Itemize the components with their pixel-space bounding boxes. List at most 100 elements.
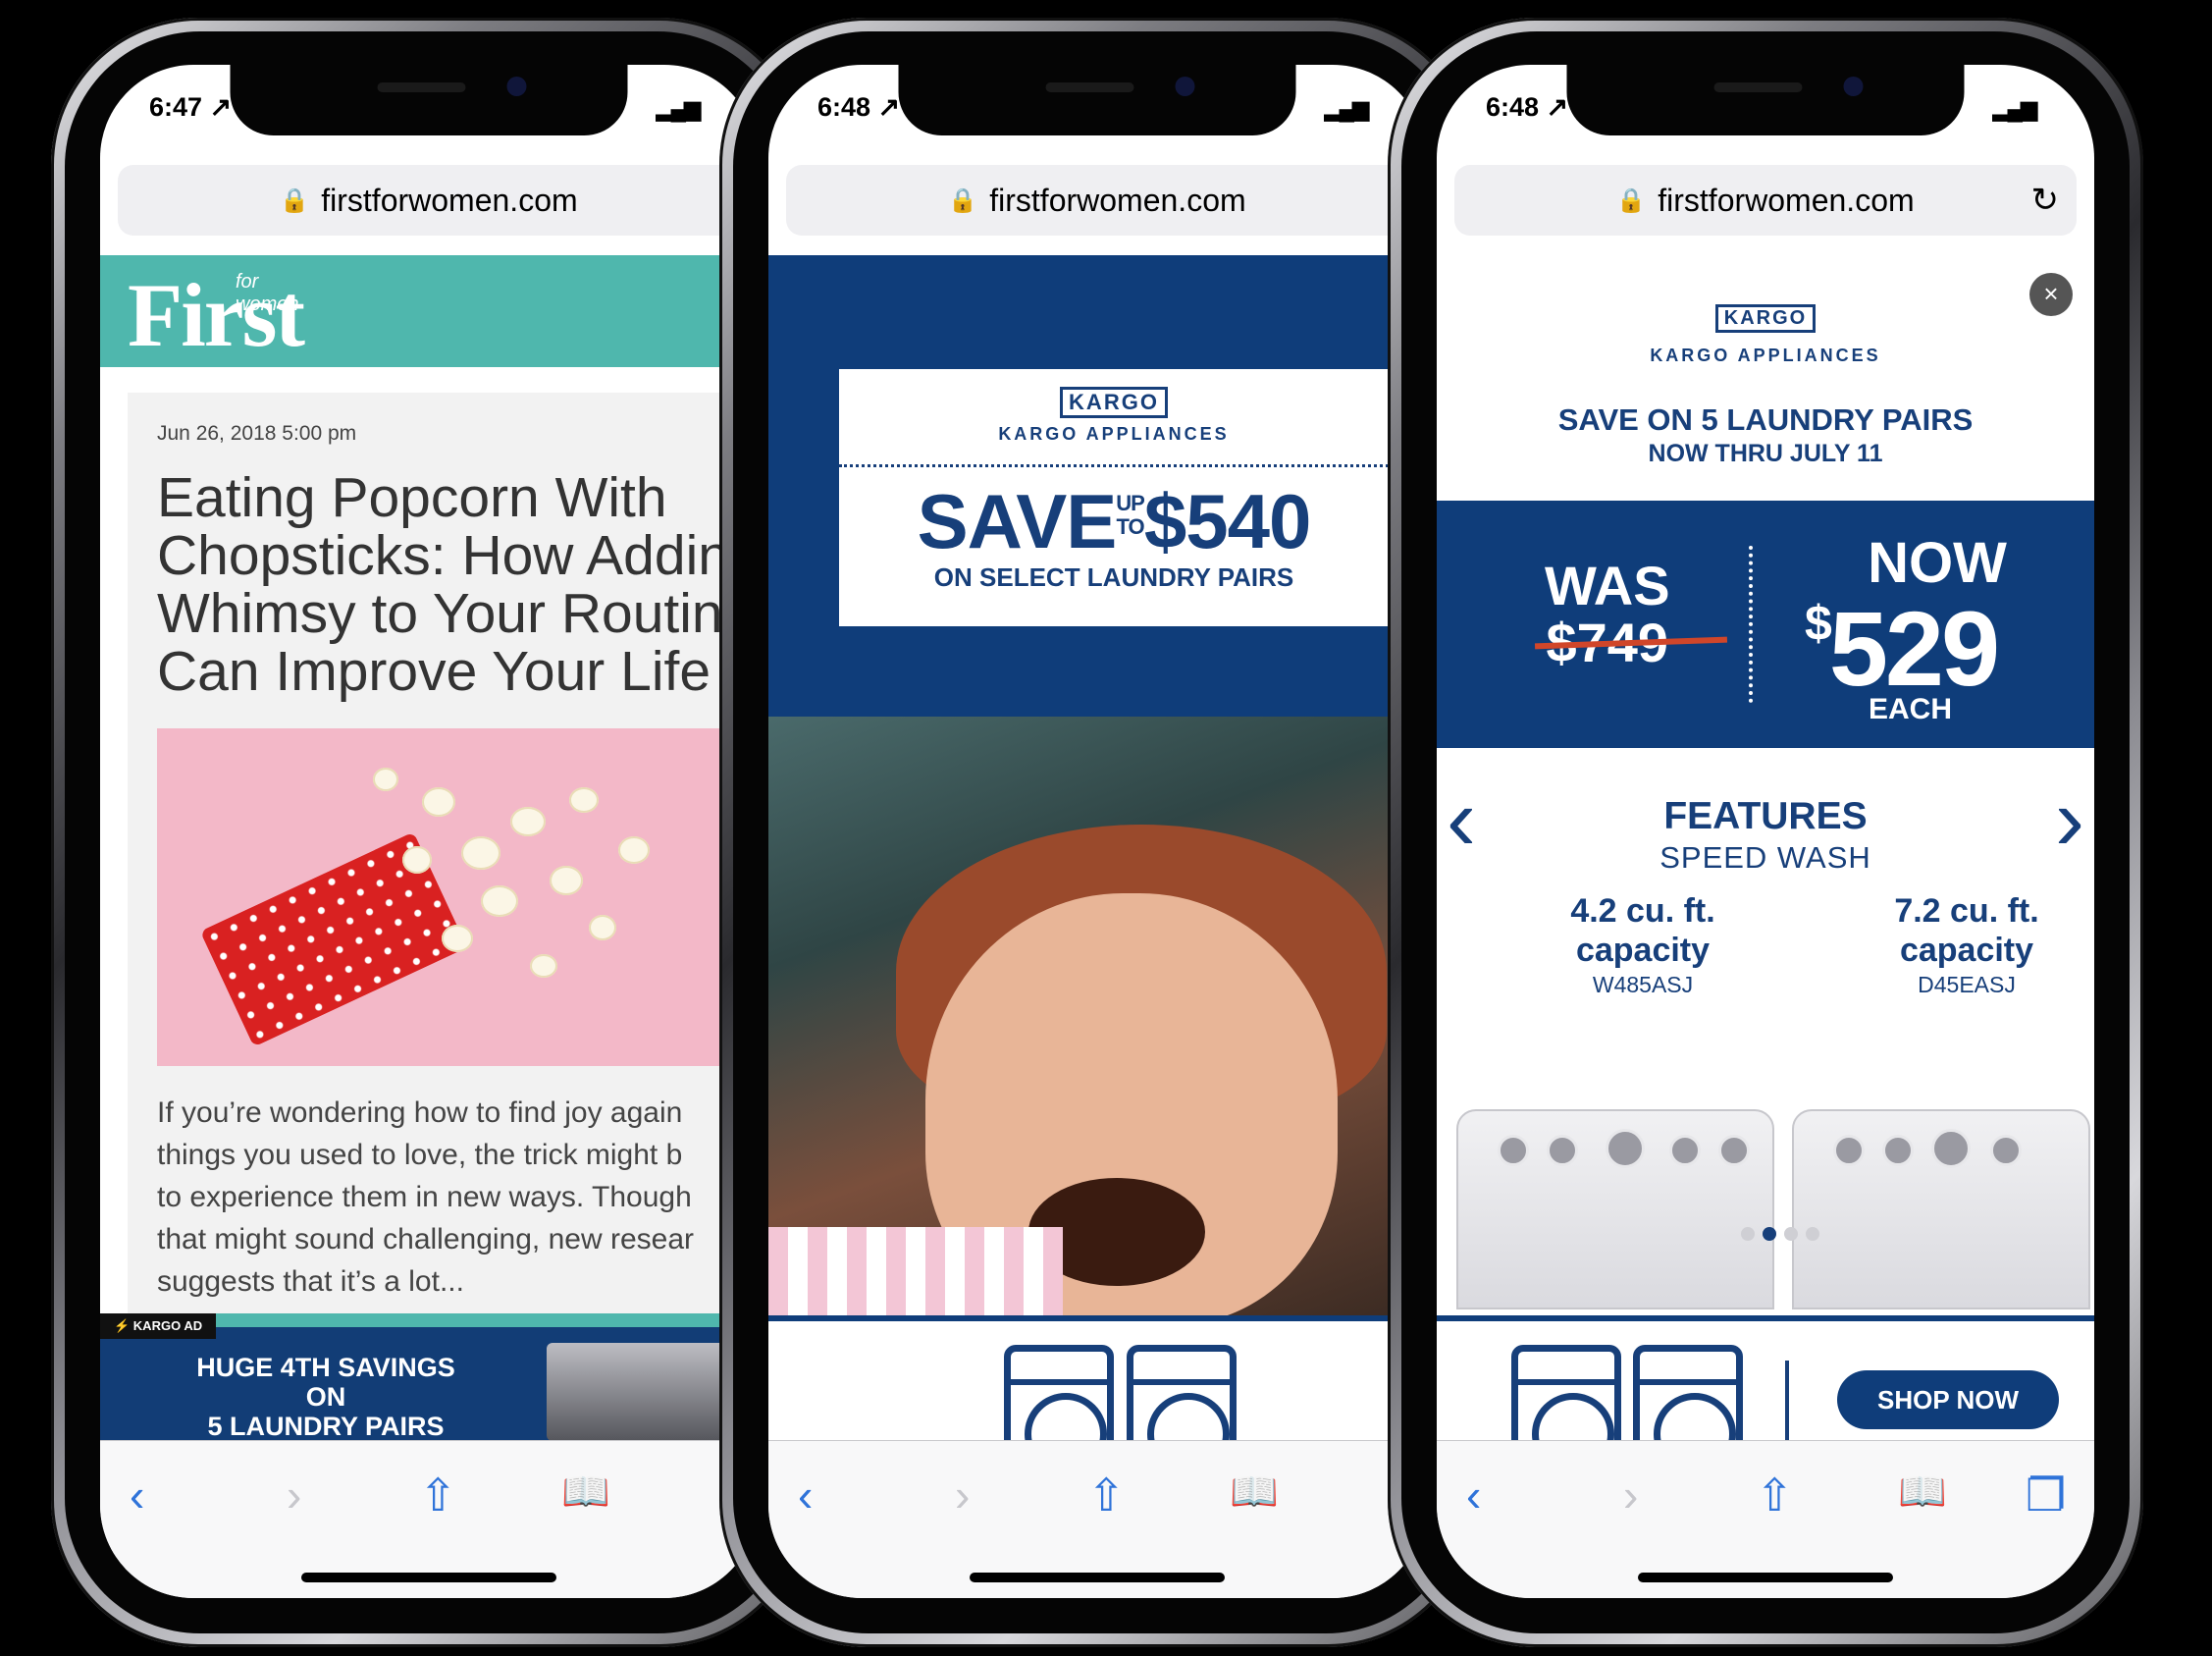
status-bar: 6:48 ↗ ▂▄▆: [1437, 86, 2094, 126]
excerpt-line: to experience them in new ways. Though: [157, 1181, 692, 1213]
save-headline: SAVEUP TO$540: [839, 477, 1389, 566]
share-icon[interactable]: ⇧: [419, 1469, 457, 1522]
footer-divider: [1785, 1361, 1789, 1441]
popcorn-piece: [550, 866, 583, 895]
excerpt-line: things you used to love, the trick might…: [157, 1139, 683, 1171]
popcorn-piece: [422, 787, 455, 817]
lock-icon: 🔒: [948, 187, 978, 214]
photo-shirt: [768, 1227, 1063, 1315]
kargo-fullscreen-ad[interactable]: KARGO KARGO APPLIANCES SAVEUP TO$540 ON S…: [768, 255, 1426, 1441]
now-label: NOW: [1868, 531, 2007, 595]
article-card[interactable]: Jun 26, 2018 5:00 pm Eating Popcorn With…: [128, 393, 758, 1441]
status-bar: 6:48 ↗ ▂▄▆: [768, 86, 1426, 126]
site-logo[interactable]: First for women: [128, 263, 305, 367]
dryer-capacity-label: capacity: [1899, 932, 2034, 969]
home-indicator[interactable]: [970, 1573, 1225, 1582]
signal-icon: ▂▄▆: [1992, 96, 2037, 121]
forward-button[interactable]: ›: [1623, 1469, 1638, 1522]
popcorn-piece: [481, 885, 518, 917]
url-text: firstforwomen.com: [989, 182, 1246, 218]
ad-footer: SHOP NOW: [1437, 1315, 2094, 1441]
shop-now-button[interactable]: SHOP NOW: [1837, 1370, 2059, 1429]
phone-3: 6:48 ↗ ▂▄▆ 🔒 firstforwomen.com ↻ × KARGO…: [1388, 18, 2143, 1647]
url-bar[interactable]: 🔒 firstforwomen.com: [118, 165, 740, 236]
dryer-icon: [1633, 1345, 1743, 1441]
signal-icon: ▂▄▆: [1324, 96, 1369, 121]
status-time: 6:47 ↗: [149, 92, 233, 122]
phone-3-screen: 6:48 ↗ ▂▄▆ 🔒 firstforwomen.com ↻ × KARGO…: [1437, 65, 2094, 1598]
washer-door: [1532, 1393, 1614, 1441]
reload-icon[interactable]: ↻: [2031, 181, 2060, 220]
carousel-dot[interactable]: [1741, 1227, 1755, 1241]
share-icon[interactable]: ⇧: [1087, 1469, 1126, 1522]
article-title[interactable]: Eating Popcorn With Chopsticks: How Addi…: [157, 469, 758, 701]
dryer-model: D45EASJ: [1918, 972, 2016, 997]
kargo-logo-mark: KARGO: [1060, 387, 1168, 418]
dotted-divider: [839, 464, 1389, 467]
dryer-door: [1654, 1393, 1736, 1441]
bookmarks-icon[interactable]: 📖: [561, 1469, 610, 1515]
speed-wash-label: SPEED WASH: [1659, 840, 1871, 875]
forward-button[interactable]: ›: [955, 1469, 970, 1522]
now-amount: 529: [1828, 589, 2000, 708]
on-select-label: ON SELECT LAUNDRY PAIRS: [933, 562, 1294, 592]
popcorn-piece: [461, 836, 500, 870]
back-button[interactable]: ‹: [798, 1469, 813, 1522]
dryer-panel: [1640, 1379, 1736, 1385]
article-title-line: Chopsticks: How Addin: [157, 524, 729, 587]
washer-model: W485ASJ: [1592, 972, 1694, 997]
knob: [1669, 1135, 1701, 1166]
back-button[interactable]: ‹: [1466, 1469, 1481, 1522]
lock-icon: 🔒: [280, 187, 310, 214]
popcorn-piece: [530, 954, 557, 978]
kargo-logo: KARGO: [839, 387, 1389, 418]
carousel-dot[interactable]: [1806, 1227, 1819, 1241]
excerpt-line: If you’re wondering how to find joy agai…: [157, 1096, 683, 1129]
safari-toolbar: ‹ › ⇧ 📖: [100, 1440, 758, 1598]
article-image-popcorn[interactable]: [157, 728, 736, 1066]
ad-tag: ⚡ KARGO AD: [100, 1313, 217, 1339]
share-icon[interactable]: ⇧: [1756, 1469, 1794, 1522]
knob: [1498, 1135, 1529, 1166]
site-header: First for women: [100, 255, 758, 367]
home-indicator[interactable]: [1638, 1573, 1893, 1582]
url-bar[interactable]: 🔒 firstforwomen.com ↻: [1454, 165, 2077, 236]
home-indicator[interactable]: [301, 1573, 556, 1582]
carousel-dot[interactable]: [1784, 1227, 1798, 1241]
page-content: × KARGO KARGO APPLIANCES SAVE ON 5 LAUND…: [1437, 255, 2094, 1441]
article-title-line: Eating Popcorn With: [157, 466, 667, 529]
carousel-dots[interactable]: [1741, 1227, 1827, 1246]
ad-text: HUGE 4TH SAVINGS ON 5 LAUNDRY PAIRS: [179, 1353, 473, 1441]
dryer-spec: 7.2 cu. ft. capacity D45EASJ: [1849, 891, 2084, 998]
washer-capacity: 4.2 cu. ft.: [1570, 892, 1715, 930]
washer-icon: [1004, 1345, 1114, 1441]
status-time: 6:48 ↗: [817, 92, 901, 122]
logo-tagline: for women: [236, 271, 299, 315]
bookmarks-icon[interactable]: 📖: [1230, 1469, 1279, 1515]
save-headline: SAVE ON 5 LAUNDRY PAIRS: [1557, 402, 1974, 437]
back-button[interactable]: ‹: [130, 1469, 144, 1522]
washer-spec: 4.2 cu. ft. capacity W485ASJ: [1525, 891, 1761, 998]
kargo-banner-ad[interactable]: ⚡ KARGO AD HUGE 4TH SAVINGS ON 5 LAUNDRY…: [100, 1313, 758, 1441]
article-date: Jun 26, 2018 5:00 pm: [157, 422, 357, 445]
status-time: 6:48 ↗: [1486, 92, 1569, 122]
tabs-icon[interactable]: ❐: [2026, 1469, 2066, 1522]
popcorn-piece: [373, 768, 398, 791]
article-excerpt: If you’re wondering how to find joy agai…: [157, 1092, 758, 1303]
ad-footer: [768, 1315, 1426, 1441]
url-bar[interactable]: 🔒 firstforwomen.com: [786, 165, 1408, 236]
dotted-divider: [1749, 546, 1753, 703]
popcorn-piece: [402, 846, 432, 874]
popcorn-piece: [589, 915, 616, 940]
phone-2: 6:48 ↗ ▂▄▆ 🔒 firstforwomen.com KARGO KAR…: [719, 18, 1475, 1647]
bookmarks-icon[interactable]: 📖: [1898, 1469, 1947, 1515]
knob: [1833, 1135, 1865, 1166]
page-content: KARGO KARGO APPLIANCES SAVEUP TO$540 ON S…: [768, 255, 1426, 1441]
phone-1-screen: 6:47 ↗ ▂▄▆ 🔒 firstforwomen.com First for…: [100, 65, 758, 1598]
popcorn-piece: [442, 925, 473, 952]
carousel-dot-active[interactable]: [1763, 1227, 1776, 1241]
washer-panel: [1518, 1379, 1614, 1385]
url-text: firstforwomen.com: [321, 182, 578, 218]
article-title-line: Whimsy to Your Routin: [157, 582, 723, 645]
forward-button[interactable]: ›: [287, 1469, 301, 1522]
